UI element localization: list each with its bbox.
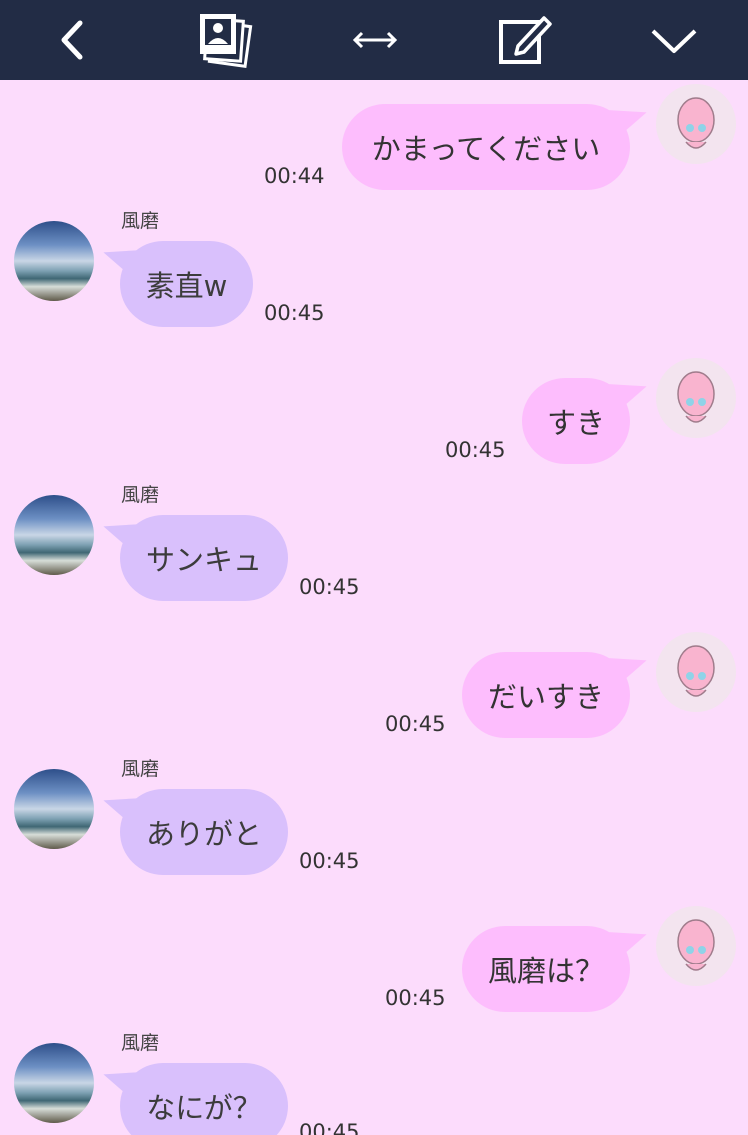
chevron-down-icon xyxy=(651,29,697,53)
contact-name: 風磨 xyxy=(121,210,160,232)
contact-name: 風磨 xyxy=(121,758,160,780)
message-text: だいすき xyxy=(488,680,605,714)
my-avatar[interactable] xyxy=(656,906,736,986)
note-edit-icon xyxy=(499,16,552,64)
message-bubble[interactable]: だいすき xyxy=(462,652,630,738)
contact-avatar[interactable] xyxy=(14,1043,94,1123)
photo-album-button[interactable] xyxy=(184,0,264,80)
message-time: 00:45 xyxy=(385,986,446,1010)
message-time: 00:45 xyxy=(264,301,325,325)
note-button[interactable] xyxy=(484,0,564,80)
message-text: ありがと xyxy=(146,817,263,851)
message-text: 素直w xyxy=(145,269,228,303)
photo-album-icon xyxy=(200,14,253,69)
contact-name: 風磨 xyxy=(121,484,160,506)
message-text: サンキュ xyxy=(146,543,263,577)
message-bubble[interactable]: かまってください xyxy=(342,104,630,190)
my-avatar[interactable] xyxy=(656,632,736,712)
message-time: 00:45 xyxy=(299,575,360,599)
menu-collapse-button[interactable] xyxy=(634,0,714,80)
message-time: 00:45 xyxy=(299,1120,360,1135)
message-bubble[interactable]: ありがと xyxy=(120,789,288,875)
message-text: なにが？ xyxy=(146,1091,262,1125)
chat-area[interactable]: かまってください 00:44 風磨 素直w 00:45 すき 00:45 風磨 … xyxy=(0,80,748,1135)
resize-button[interactable] xyxy=(335,0,415,80)
my-avatar[interactable] xyxy=(656,84,736,164)
contact-avatar[interactable] xyxy=(14,495,94,575)
back-icon xyxy=(61,20,83,60)
my-avatar[interactable] xyxy=(656,358,736,438)
message-bubble[interactable]: すき xyxy=(522,378,630,464)
message-text: かまってください xyxy=(371,132,601,166)
back-button[interactable] xyxy=(34,0,114,80)
message-time: 00:45 xyxy=(385,712,446,736)
message-text: すき xyxy=(547,406,606,440)
contact-name: 風磨 xyxy=(121,1032,160,1054)
message-time: 00:45 xyxy=(445,438,506,462)
message-time: 00:45 xyxy=(299,849,360,873)
message-text: 風磨は？ xyxy=(488,954,605,988)
message-bubble[interactable]: なにが？ xyxy=(120,1063,288,1135)
message-bubble[interactable]: サンキュ xyxy=(120,515,288,601)
resize-arrows-icon xyxy=(352,31,398,49)
message-time: 00:44 xyxy=(264,164,325,188)
top-toolbar xyxy=(0,0,748,80)
message-bubble[interactable]: 風磨は？ xyxy=(462,926,630,1012)
contact-avatar[interactable] xyxy=(14,769,94,849)
contact-avatar[interactable] xyxy=(14,221,94,301)
message-bubble[interactable]: 素直w xyxy=(120,241,253,327)
